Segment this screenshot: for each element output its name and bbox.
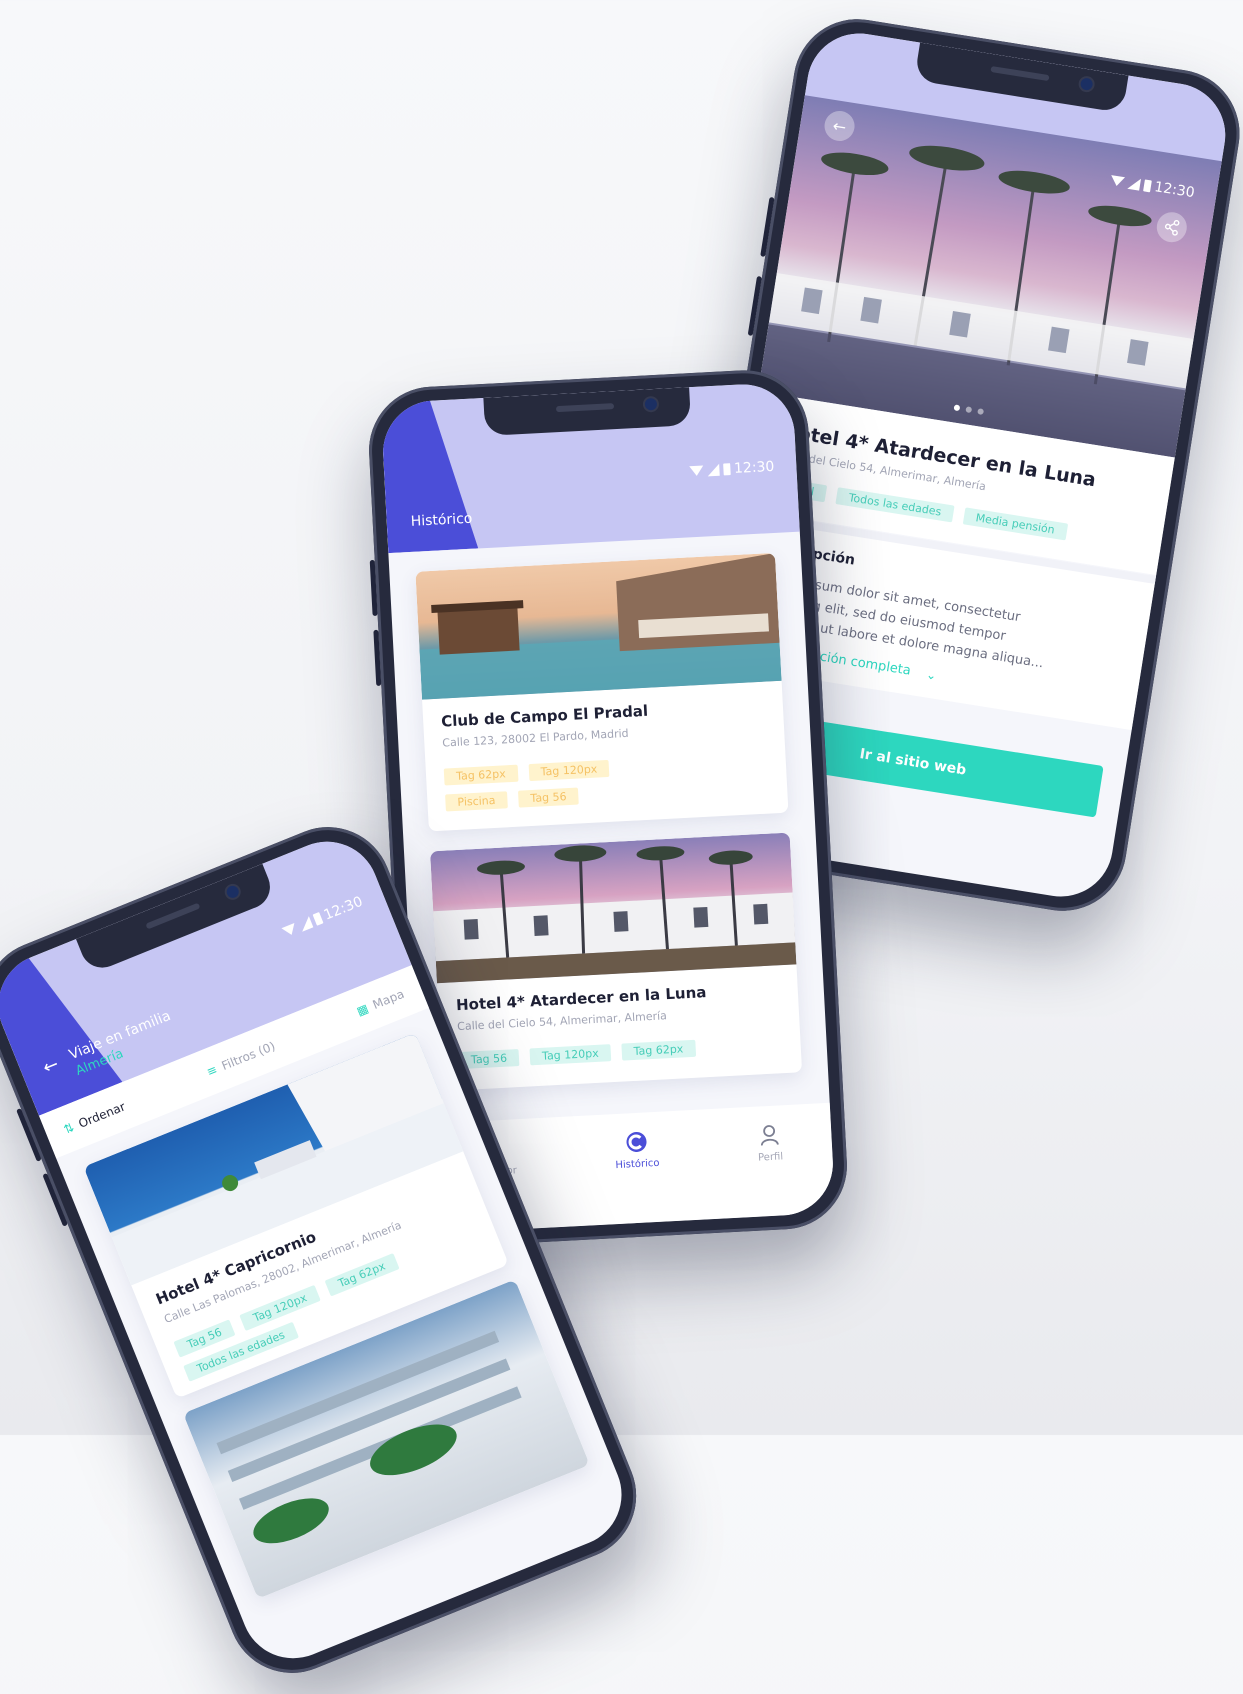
tag: Piscina: [445, 791, 508, 812]
side-button: [369, 559, 378, 617]
hotel-image: [430, 832, 797, 984]
tag: Tag 62px: [324, 1253, 400, 1297]
tag: Tag 120px: [529, 1044, 612, 1066]
battery-icon: [722, 463, 731, 476]
sort-label: Ordenar: [76, 1099, 128, 1131]
header-accent: [381, 399, 479, 554]
tag: Tag 56: [518, 787, 579, 808]
wifi-icon: [1109, 175, 1125, 188]
battery-icon: [312, 912, 324, 926]
wifi-icon: [281, 923, 298, 938]
history-icon: [626, 1131, 647, 1152]
signal-icon: [297, 916, 314, 932]
tag-list: Tag 56 Tag 120px Tag 62px: [458, 1032, 783, 1075]
filters-button[interactable]: ≡ Filtros (0): [205, 1039, 278, 1079]
nav-item-perfil[interactable]: Perfil: [756, 1123, 784, 1164]
side-button: [760, 196, 775, 257]
chevron-down-icon: ⌄: [925, 666, 938, 683]
arrow-left-icon: ←: [831, 115, 848, 137]
list-item[interactable]: Club de Campo El Pradal Calle 123, 28002…: [415, 552, 789, 832]
list-item[interactable]: Hotel 4* Atardecer en la Luna Calle del …: [430, 832, 803, 1092]
filter-icon: ≡: [204, 1062, 220, 1080]
signal-icon: [1126, 176, 1141, 191]
share-icon: [1164, 219, 1180, 236]
tag: Tag 62px: [443, 764, 519, 786]
signal-icon: [706, 463, 720, 477]
nav-label: Histórico: [615, 1157, 660, 1172]
tag-list: Tag 62px Tag 120px Piscina Tag 56: [443, 749, 770, 818]
page-title: Histórico: [410, 510, 473, 530]
sort-button[interactable]: ⇅ Ordenar: [62, 1099, 128, 1136]
sort-icon: ⇅: [61, 1120, 77, 1137]
side-button: [373, 629, 382, 686]
wifi-icon: [688, 465, 704, 477]
user-icon: [761, 1125, 779, 1146]
side-button: [747, 275, 763, 336]
nav-item-historico[interactable]: Histórico: [614, 1130, 660, 1171]
tag: Tag 120px: [528, 759, 610, 782]
hotel-image: [415, 552, 782, 700]
nav-label: Perfil: [757, 1151, 784, 1164]
side-button: [42, 1172, 68, 1227]
side-button: [16, 1108, 42, 1162]
battery-icon: [1142, 179, 1152, 193]
filters-label: Filtros (0): [219, 1038, 278, 1074]
map-button[interactable]: ▦ Mapa: [355, 987, 407, 1019]
map-icon: ▦: [354, 1001, 371, 1019]
tag: Todos las edades: [835, 487, 955, 523]
tag: Tag 62px: [621, 1039, 696, 1061]
map-label: Mapa: [370, 986, 407, 1012]
tag: Media pensión: [962, 507, 1068, 541]
visit-website-label: Ir al sitio web: [858, 745, 968, 779]
status-time: 12:30: [733, 458, 775, 477]
